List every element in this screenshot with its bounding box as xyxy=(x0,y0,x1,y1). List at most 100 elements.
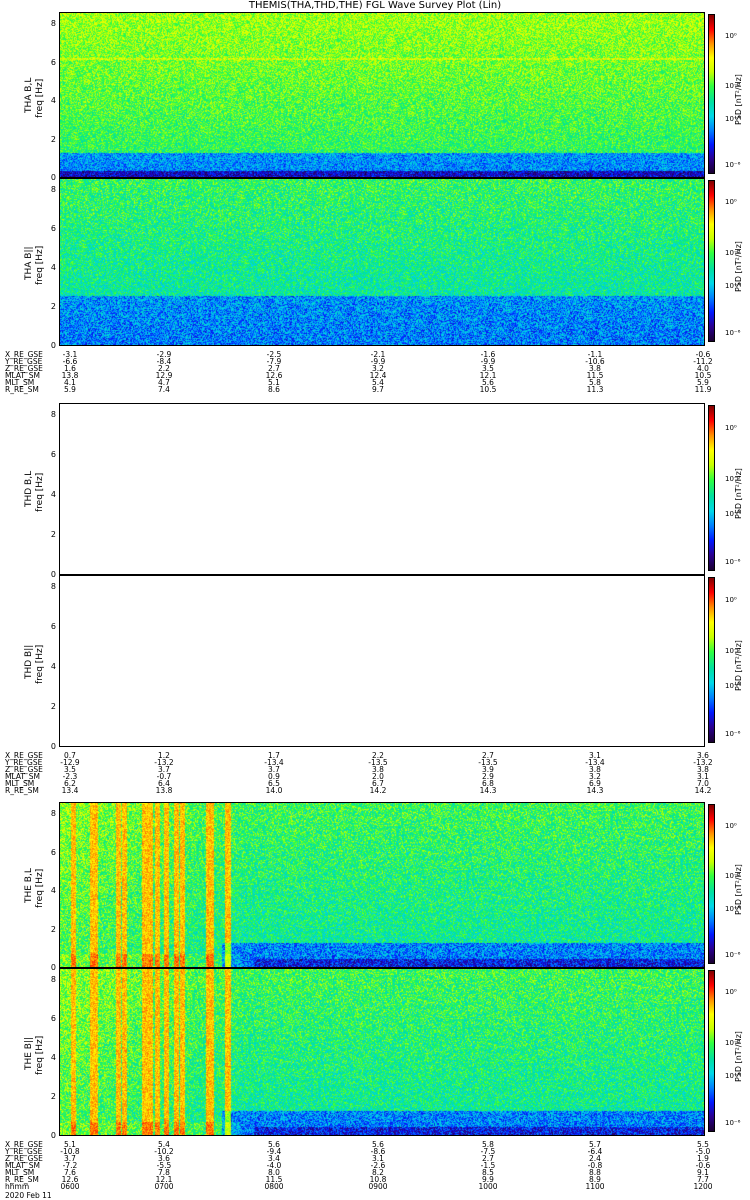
spectrogram-panel xyxy=(59,403,705,575)
colorbar-tick-label: 10⁻⁶ xyxy=(725,951,741,960)
ephemeris-row: hhmm 0600 0700 0800 0900 1000 1100 1200 xyxy=(0,1182,750,1191)
ephemeris-table: X_RE_GSE 0.7 1.2 1.7 2.2 2.7 3.1 3.6 Y_RE_GSE -12… xyxy=(0,752,750,795)
plot-title: THEMIS(THA,THD,THE) FGL Wave Survey Plot… xyxy=(248,0,502,11)
y-tick-label: 0 xyxy=(50,173,56,182)
ephemeris-table: X_RE_GSE -3.1 -2.9 -2.5 -2.1 -1.6 -1.1 -0.6 Y_RE… xyxy=(0,351,750,394)
y-tick-label: 0 xyxy=(50,341,56,350)
spectrogram-panel xyxy=(59,575,705,747)
ephemeris-value: 11.3 xyxy=(586,385,604,394)
ephemeris-value: 0700 xyxy=(154,1182,174,1191)
colorbar-tick-label: 10⁰ xyxy=(725,423,737,432)
y-tick-label: 6 xyxy=(50,847,56,857)
spectrogram-panel xyxy=(59,12,705,178)
ephemeris-value: 13.8 xyxy=(155,786,173,795)
y-tick-label: 4 xyxy=(50,1053,56,1062)
y-tick-label: 6 xyxy=(50,57,56,67)
ephemeris-value: 11.9 xyxy=(694,385,712,394)
y-axis-label: THE B|| xyxy=(24,1037,34,1071)
ephemeris-value: 7.4 xyxy=(158,385,170,394)
spectrogram-image xyxy=(60,179,704,345)
spectrogram-image xyxy=(60,969,704,1135)
y-tick-label: 4 xyxy=(50,263,56,272)
date-label: 2020 Feb 11 xyxy=(5,1191,52,1200)
colorbar xyxy=(708,405,715,571)
colorbar xyxy=(708,970,715,1132)
ephemeris-value: 1200 xyxy=(693,1182,713,1191)
ephemeris-row: R_RE_SM 5.9 7.4 8.6 9.7 10.5 11.3 11.9 xyxy=(0,385,750,394)
ephemeris-value: 1000 xyxy=(478,1182,498,1191)
ephemeris-value: 0600 xyxy=(60,1182,80,1191)
colorbar xyxy=(708,14,715,174)
y-tick-label: 0 xyxy=(50,963,56,972)
ephemeris-param-name: R_RE_SM xyxy=(5,786,39,795)
ephemeris-value: 9.7 xyxy=(372,385,384,394)
y-tick-label: 2 xyxy=(50,302,56,311)
y-tick-label: 6 xyxy=(50,450,56,459)
y-tick-label: 2 xyxy=(50,134,56,144)
spectrogram-image xyxy=(60,13,704,177)
y-axis-label: THA B|| xyxy=(24,246,34,281)
ephemeris-value: 0900 xyxy=(368,1182,388,1191)
y-tick-label: 4 xyxy=(50,96,56,105)
y-tick-label: 4 xyxy=(50,886,56,895)
colorbar-tick-label: 10⁻⁶ xyxy=(725,161,741,170)
y-tick-label: 0 xyxy=(50,1131,56,1140)
y-tick-label: 6 xyxy=(50,1014,56,1023)
y-axis-label: THD B|| xyxy=(24,644,34,680)
colorbar xyxy=(708,180,715,342)
y-tick-label: 8 xyxy=(50,809,56,818)
ephemeris-value: 14.3 xyxy=(479,786,497,795)
ephemeris-value: 13.4 xyxy=(61,786,79,795)
colorbar-tick-label: 10⁰ xyxy=(725,198,737,207)
ephemeris-value: 14.3 xyxy=(586,786,604,795)
colorbar-label: PSD [nT²/Hz] xyxy=(734,74,743,125)
y-axis-label: THE B,L xyxy=(24,868,34,904)
ephemeris-param-name: R_RE_SM xyxy=(5,385,39,394)
y-tick-label: 2 xyxy=(50,1092,56,1101)
y-tick-label: 6 xyxy=(50,622,56,631)
y-tick-label: 0 xyxy=(50,570,56,579)
y-tick-label: 8 xyxy=(50,975,56,984)
ephemeris-param-name: hhmm xyxy=(5,1182,30,1191)
colorbar-tick-label: 10⁻⁶ xyxy=(725,557,741,566)
colorbar-label: PSD [nT²/Hz] xyxy=(734,468,743,519)
colorbar-label: PSD [nT²/Hz] xyxy=(734,640,743,691)
y-tick-label: 8 xyxy=(50,19,56,28)
colorbar-label: PSD [nT²/Hz] xyxy=(734,1031,743,1082)
y-tick-label: 0 xyxy=(50,742,56,751)
colorbar-label: PSD [nT²/Hz] xyxy=(734,241,743,292)
y-tick-label: 2 xyxy=(50,702,56,711)
y-axis-label: THA B,L xyxy=(24,77,34,114)
spectrogram-panel xyxy=(59,802,705,968)
colorbar-tick-label: 10⁰ xyxy=(725,595,737,604)
colorbar-tick-label: 10⁰ xyxy=(725,31,737,40)
colorbar xyxy=(708,804,715,964)
colorbar-tick-label: 10⁰ xyxy=(725,988,737,997)
ephemeris-value: 14.2 xyxy=(694,786,712,795)
colorbar-tick-label: 10⁰ xyxy=(725,821,737,830)
y-tick-label: 4 xyxy=(50,662,56,671)
colorbar-tick-label: 10⁻⁶ xyxy=(725,729,741,738)
y-tick-label: 6 xyxy=(50,224,56,233)
ephemeris-value: 0800 xyxy=(264,1182,284,1191)
ephemeris-value: 14.0 xyxy=(265,786,283,795)
y-tick-label: 8 xyxy=(50,582,56,591)
colorbar-label: PSD [nT²/Hz] xyxy=(734,864,743,915)
y-tick-label: 4 xyxy=(50,490,56,499)
y-tick-label: 2 xyxy=(50,530,56,539)
ephemeris-value: 14.2 xyxy=(369,786,387,795)
colorbar-tick-label: 10⁻⁶ xyxy=(725,1119,741,1128)
spectrogram-image xyxy=(60,803,704,967)
ephemeris-row: R_RE_SM 13.4 13.8 14.0 14.2 14.3 14.3 14.2 xyxy=(0,786,750,795)
y-tick-label: 2 xyxy=(50,924,56,934)
ephemeris-value: 8.6 xyxy=(268,385,280,394)
colorbar-tick-label: 10⁻⁶ xyxy=(725,329,741,338)
y-axis-label: THD B,L xyxy=(24,471,34,508)
y-tick-label: 8 xyxy=(50,185,56,194)
ephemeris-table: X_RE_GSE 5.1 5.4 5.6 5.6 5.8 5.7 5.5 Y_RE_GSE -10… xyxy=(0,1141,750,1191)
ephemeris-value: 5.9 xyxy=(64,385,76,394)
spectrogram-panel xyxy=(59,178,705,346)
ephemeris-value: 1100 xyxy=(585,1182,605,1191)
colorbar xyxy=(708,577,715,743)
y-tick-label: 8 xyxy=(50,410,56,419)
